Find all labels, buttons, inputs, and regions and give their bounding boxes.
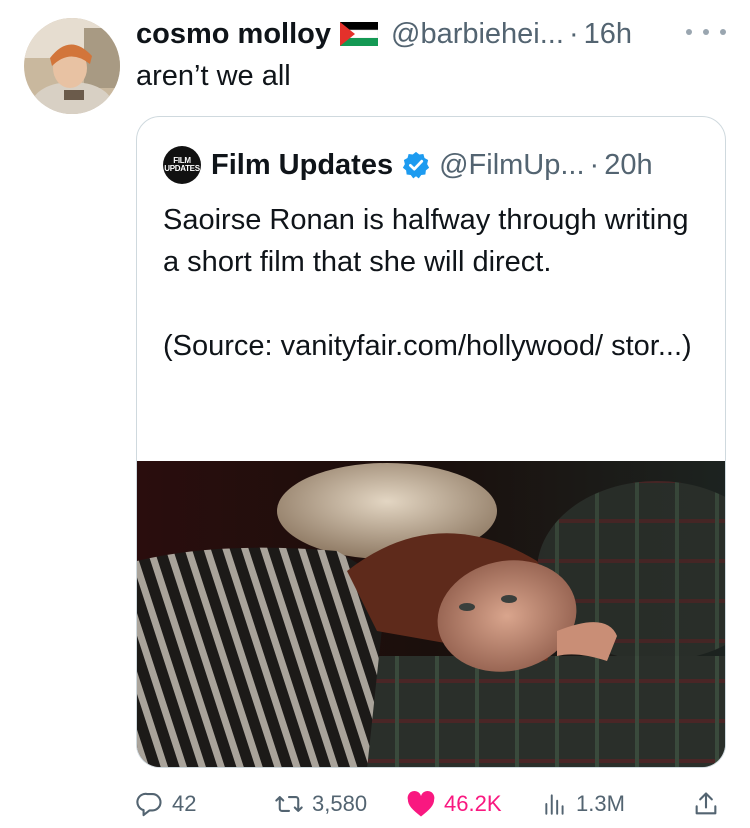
quoted-separator-dot: · [589, 148, 600, 181]
author-handle[interactable]: @barbiehei... [391, 18, 564, 51]
tweet-time[interactable]: 16h [584, 18, 632, 51]
quoted-tweet-image[interactable] [137, 461, 725, 767]
quoted-tweet-header: FILM UPDATES Film Updates @FilmUp... · 20… [163, 145, 653, 185]
reply-button[interactable]: 42 [136, 784, 196, 824]
logo-text-bottom: UPDATES [164, 164, 200, 173]
quoted-author-name[interactable]: Film Updates [211, 149, 393, 182]
reply-count: 42 [172, 791, 197, 816]
quoted-tweet-body: Saoirse Ronan is halfway through writing… [163, 199, 703, 367]
heart-icon [407, 791, 435, 817]
bar-chart-icon [545, 794, 564, 815]
share-button[interactable] [692, 784, 728, 824]
repost-button[interactable]: 3,580 [274, 784, 367, 824]
more-dots-icon[interactable] [686, 20, 726, 44]
palestine-flag-icon [340, 22, 378, 46]
like-button[interactable]: 46.2K [406, 784, 502, 824]
like-count: 46.2K [444, 791, 502, 816]
view-count: 1.3M [576, 791, 625, 816]
quoted-tweet-time[interactable]: 20h [604, 149, 652, 182]
repost-count: 3,580 [312, 791, 368, 816]
tweet-text: aren’t we all [136, 60, 291, 92]
author-avatar[interactable] [24, 18, 120, 114]
action-bar: 42 3,580 46.2K 1.3M [136, 784, 726, 824]
film-updates-logo[interactable]: FILM UPDATES [163, 146, 201, 184]
share-upload-icon [695, 792, 717, 815]
author-name[interactable]: cosmo molloy [136, 18, 331, 51]
repost-arrows-icon [275, 796, 303, 812]
speech-bubble-icon [136, 792, 162, 817]
tweet-header: cosmo molloy @barbiehei... · 16h [136, 14, 726, 54]
separator-dot: · [568, 17, 579, 50]
verified-badge-icon [402, 151, 430, 179]
quoted-tweet-text: Saoirse Ronan is halfway through writing… [163, 204, 689, 278]
quoted-tweet[interactable]: FILM UPDATES Film Updates @FilmUp... · 20… [136, 116, 726, 768]
views-button[interactable]: 1.3M [542, 784, 625, 824]
quoted-tweet-source: (Source: vanityfair.com/hollywood/ stor.… [163, 330, 692, 362]
quoted-author-handle[interactable]: @FilmUp... [439, 149, 584, 182]
